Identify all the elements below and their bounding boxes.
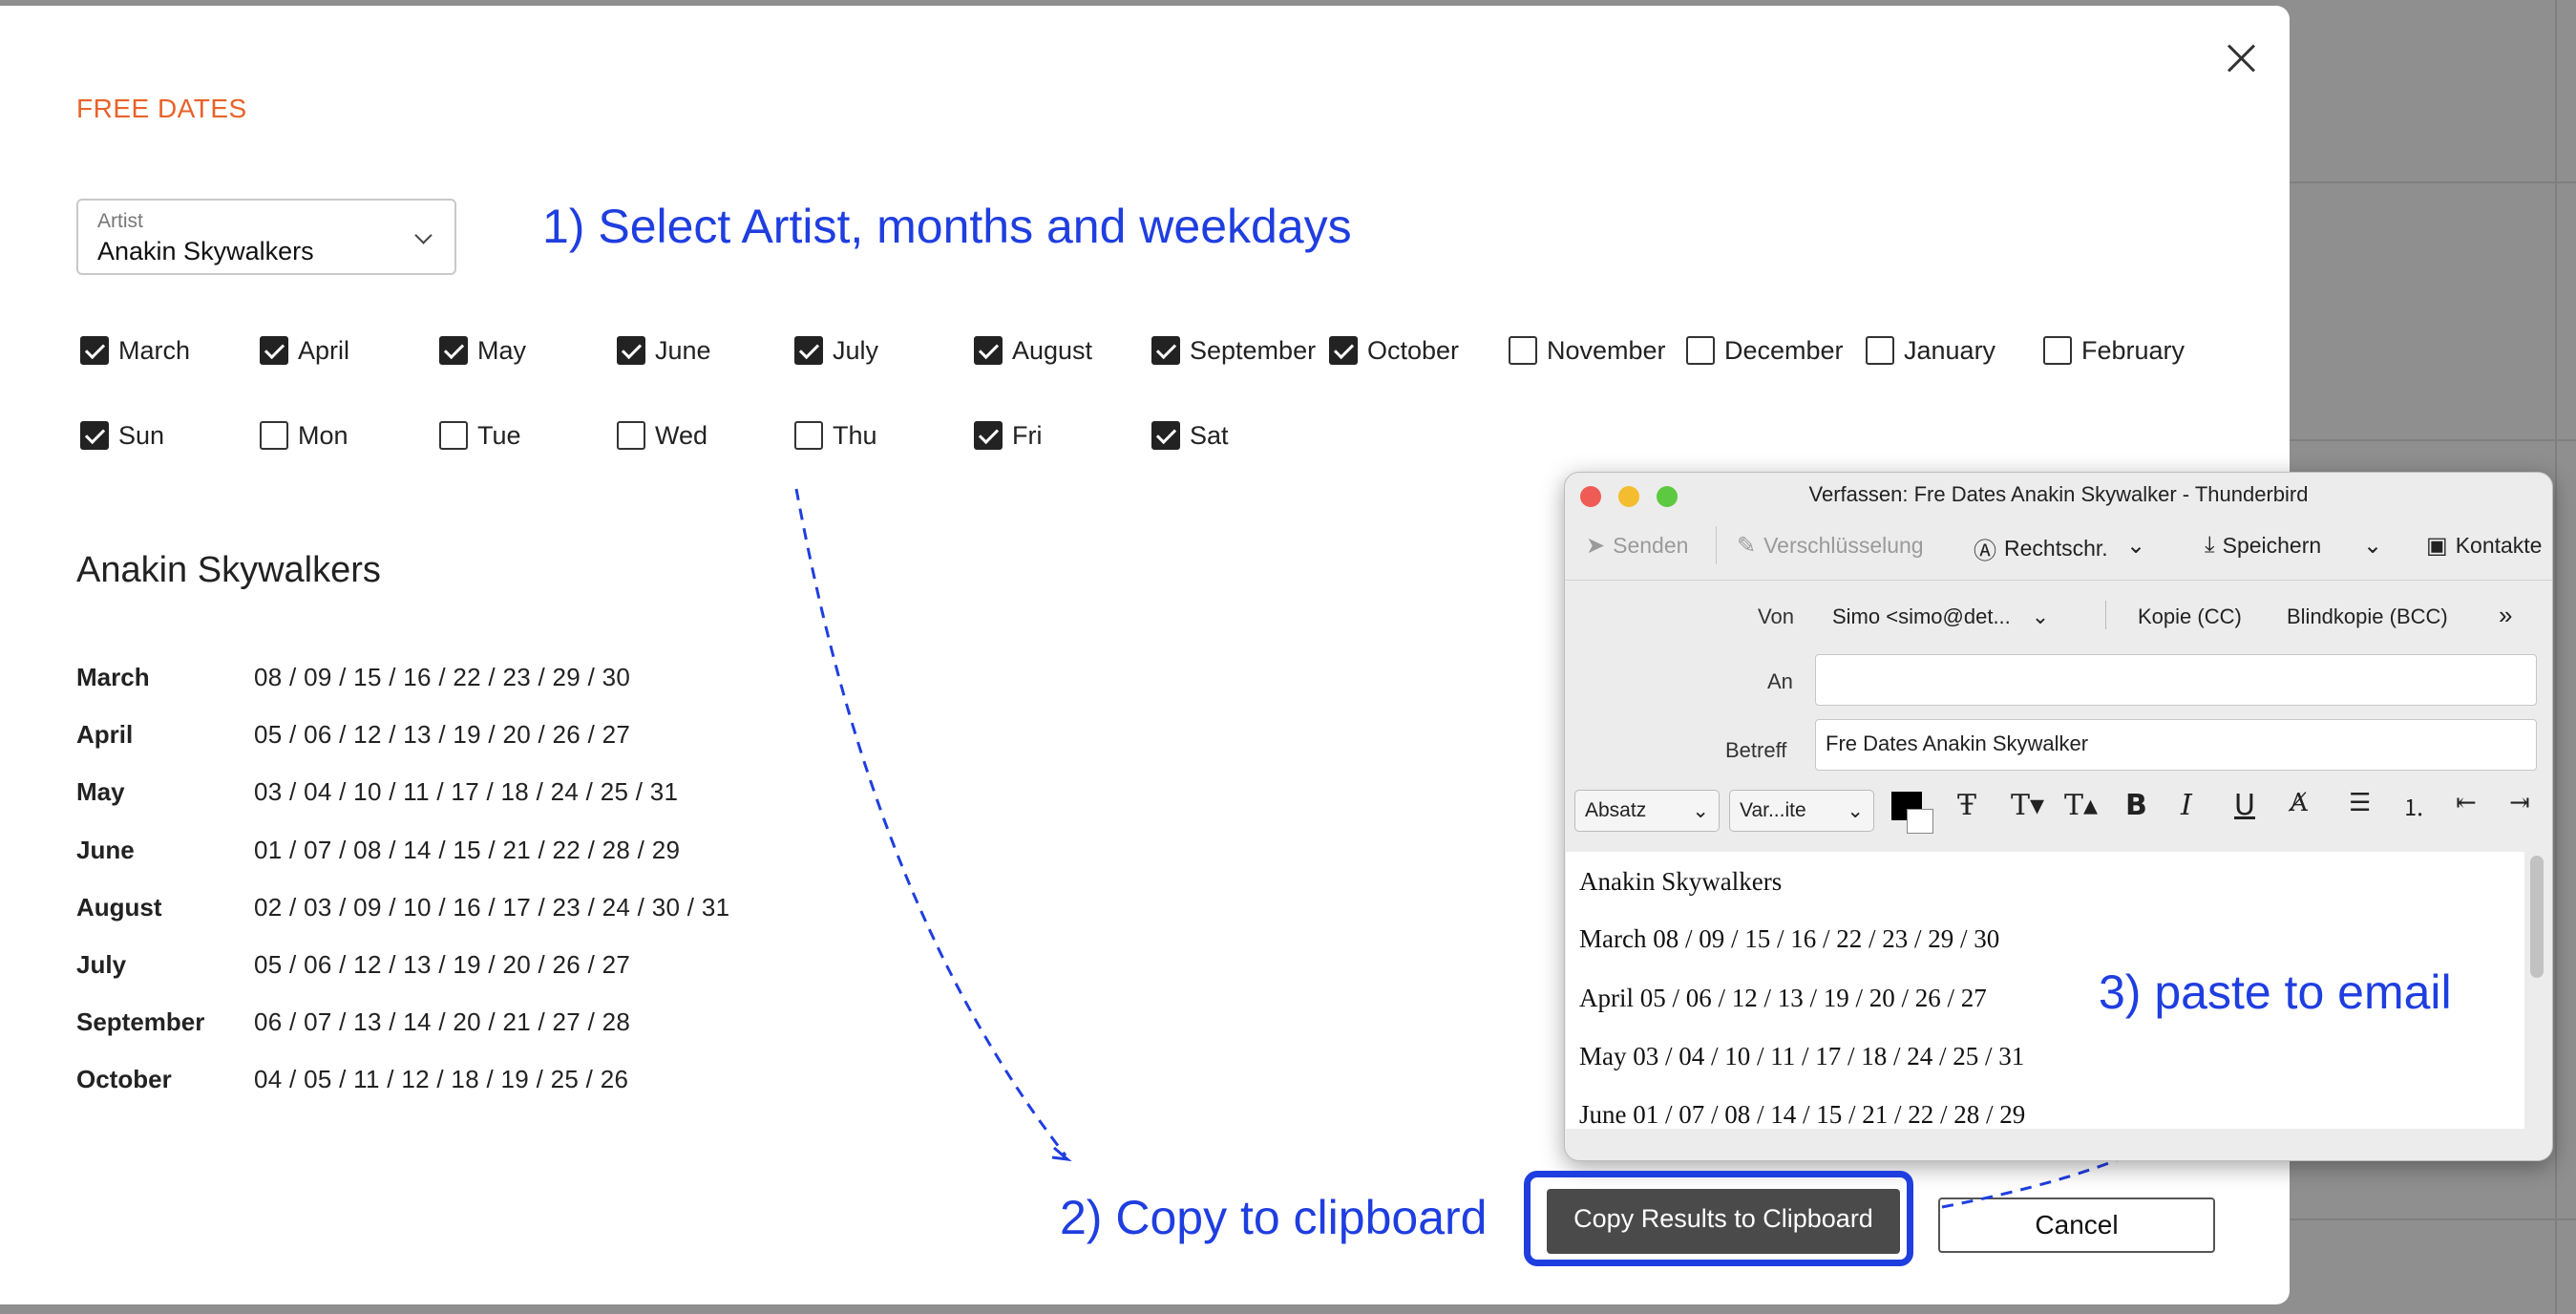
- header-separator: [2105, 601, 2106, 629]
- contacts-button[interactable]: ▣ Kontakte: [2426, 532, 2542, 560]
- spelling-icon: Ⓐ: [1974, 539, 1996, 564]
- email-body-line: March 08 / 09 / 15 / 16 / 22 / 23 / 29 /…: [1579, 924, 2000, 953]
- indent-icon[interactable]: ⇥: [2509, 789, 2530, 817]
- to-label: An: [1767, 669, 1793, 693]
- subject-label: Betreff: [1725, 738, 1787, 762]
- chevron-down-icon: ⌄: [1692, 800, 1709, 822]
- encryption-button[interactable]: ✎ Verschlüsselung: [1737, 532, 1924, 560]
- increase-font-icon[interactable]: T▴: [2064, 789, 2098, 822]
- italic-icon[interactable]: I: [2181, 789, 2192, 822]
- chevron-down-icon: ⌄: [2031, 604, 2050, 628]
- outdent-icon[interactable]: ⇤: [2456, 789, 2477, 817]
- from-label: Von: [1758, 604, 1794, 628]
- send-icon: ➤: [1586, 533, 1606, 559]
- font-value: Var...ite: [1740, 799, 1806, 821]
- copy-results-button-highlighted[interactable]: Copy Results to Clipboard: [1547, 1189, 1900, 1248]
- send-label: Senden: [1613, 533, 1689, 558]
- contacts-icon: ▣: [2426, 533, 2448, 559]
- more-fields-icon[interactable]: »: [2499, 601, 2512, 630]
- paragraph-format-select[interactable]: Absatz ⌄: [1574, 790, 1720, 832]
- bcc-button[interactable]: Blindkopie (BCC): [2287, 604, 2448, 629]
- annotation-step-3: 3) paste to email: [2099, 965, 2452, 1019]
- save-button[interactable]: ⤓ Speichern: [2205, 532, 2321, 559]
- email-body-line: May 03 / 04 / 10 / 11 / 17 / 18 / 24 / 2…: [1579, 1042, 2025, 1070]
- bullet-list-icon[interactable]: ☰: [2349, 789, 2371, 817]
- bold-icon[interactable]: B: [2125, 789, 2147, 822]
- from-value: Simo <simo@det...: [1832, 604, 2011, 628]
- email-body-line: June 01 / 07 / 08 / 14 / 15 / 21 / 22 / …: [1579, 1100, 2026, 1129]
- spelling-label: Rechtschr.: [2004, 536, 2108, 561]
- save-dropdown[interactable]: ⌄: [2363, 532, 2390, 560]
- compose-window-title: Verfassen: Fre Dates Anakin Skywalker - …: [1808, 482, 2309, 506]
- decrease-font-icon[interactable]: T▾: [2011, 789, 2044, 822]
- underline-icon[interactable]: U: [2234, 789, 2255, 822]
- chevron-down-icon: ⌄: [1847, 800, 1864, 822]
- chevron-down-icon: ⌄: [2363, 533, 2383, 559]
- background-color-swatch[interactable]: [1907, 809, 1933, 834]
- cc-button[interactable]: Kopie (CC): [2138, 604, 2242, 629]
- contacts-label: Kontakte: [2455, 533, 2543, 558]
- clear-format-icon[interactable]: A̸: [2290, 789, 2308, 817]
- toolbar-separator: [1716, 526, 1717, 564]
- font-size-icon[interactable]: Ŧ: [1957, 789, 1976, 822]
- from-select[interactable]: Simo <simo@det... ⌄: [1832, 604, 2049, 629]
- encryption-icon: ✎: [1737, 533, 1757, 559]
- email-body-line: April 05 / 06 / 12 / 13 / 19 / 20 / 26 /…: [1579, 984, 1987, 1012]
- paragraph-format-value: Absatz: [1585, 799, 1647, 821]
- chevron-down-icon: ⌄: [2126, 533, 2146, 559]
- arrow-to-copy: [794, 488, 1067, 1156]
- save-label: Speichern: [2222, 532, 2322, 558]
- spelling-button[interactable]: Ⓐ Rechtschr.: [1974, 532, 2108, 565]
- send-button[interactable]: ➤ Senden: [1586, 532, 1688, 560]
- spelling-dropdown[interactable]: ⌄: [2126, 532, 2153, 560]
- font-select[interactable]: Var...ite ⌄: [1729, 790, 1874, 832]
- editor-scrollbar[interactable]: [2530, 856, 2544, 978]
- subject-input[interactable]: Fre Dates Anakin Skywalker: [1815, 719, 2537, 771]
- download-icon: ⤓: [2205, 532, 2215, 558]
- encryption-label: Verschlüsselung: [1763, 533, 1924, 558]
- numbered-list-icon[interactable]: ⒈: [2402, 789, 2425, 822]
- to-input[interactable]: [1815, 654, 2537, 706]
- header-divider: [1565, 580, 2552, 581]
- email-body-line: Anakin Skywalkers: [1579, 867, 1783, 896]
